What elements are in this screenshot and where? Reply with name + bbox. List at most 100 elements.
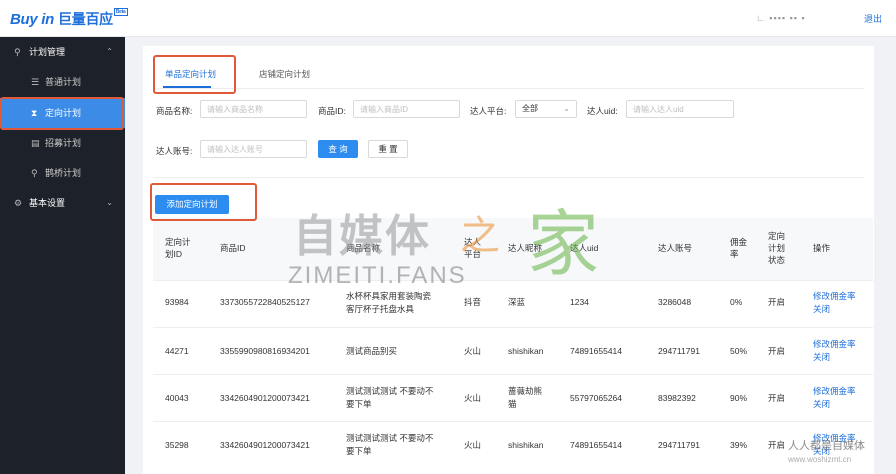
cell-platform: 火山 [464, 393, 482, 403]
megaphone-icon: ⚲ [14, 47, 21, 57]
hourglass-icon: ⧗ [31, 108, 38, 118]
col-plan-id: 定向计划ID [165, 237, 191, 259]
close-plan-link[interactable]: 关闭 [813, 398, 830, 411]
uid-input[interactable] [626, 100, 734, 118]
logout-link[interactable]: 退出 [864, 12, 882, 25]
cell-nickname: shishikan [508, 346, 544, 356]
sidebar-item-label: 鹊桥计划 [45, 168, 82, 178]
cell-commission: 90% [730, 393, 748, 403]
logo[interactable]: Buy in 巨量百应 Beta [10, 8, 128, 29]
edit-commission-link[interactable]: 修改佣金率 [813, 385, 856, 398]
cell-product-id: 3373055722840525127 [220, 297, 310, 307]
search-button[interactable]: 查 询 [318, 140, 358, 158]
add-targeted-plan-button[interactable]: 添加定向计划 [155, 195, 229, 214]
col-ops: 操作 [813, 243, 831, 253]
cell-account: 294711791 [658, 440, 700, 450]
cell-product-id: 3342604901200073421 [220, 393, 310, 403]
chevron-up-icon: ⌃ [106, 47, 113, 56]
cell-plan-id: 93984 [165, 297, 189, 307]
cell-account: 83982392 [658, 393, 696, 403]
product-name-label: 商品名称: [156, 106, 193, 116]
sidebar-item-label: 招募计划 [45, 138, 82, 148]
cell-plan-id: 40043 [165, 393, 189, 403]
reset-button[interactable]: 重 置 [368, 140, 408, 158]
row-divider [153, 280, 873, 281]
col-commission: 佣金率 [730, 237, 748, 259]
document-icon: ▤ [31, 138, 40, 148]
tab-shop[interactable]: 店铺定向计划 [259, 68, 310, 80]
edit-commission-link[interactable]: 修改佣金率 [813, 338, 856, 351]
user-name[interactable]: ∟ ▪▪▪▪ ▪▪ ▪ [756, 13, 806, 23]
cell-platform: 抖音 [464, 297, 482, 307]
col-product-name: 商品名称 [346, 243, 381, 253]
cell-account: 3286048 [658, 297, 692, 307]
product-id-label: 商品ID: [318, 106, 346, 116]
cell-status: 开启 [768, 346, 786, 356]
edit-commission-link[interactable]: 修改佣金率 [813, 290, 856, 303]
sidebar: ⚲ 计划管理 ⌃ ☰ 普通计划 ⧗ 定向计划 ▤ 招募计划 ⚲ 鹊桥计划 ⚙ 基… [0, 37, 125, 474]
col-platform: 达人平台 [464, 237, 482, 259]
sidebar-group-label: 计划管理 [29, 47, 66, 57]
tab-active-indicator [163, 86, 211, 88]
product-id-input[interactable] [353, 100, 460, 118]
sidebar-item-targeted-plan[interactable]: ⧗ 定向计划 [0, 98, 125, 128]
cell-product-name: 测试测试测试 不要动不要下单 [346, 433, 434, 456]
cell-commission: 0% [730, 297, 743, 307]
platform-select[interactable]: 全部 ⌄ [515, 100, 577, 118]
divider [153, 177, 864, 178]
tab-bar: 单品定向计划 店铺定向计划 [153, 58, 864, 89]
bridge-icon: ⚲ [31, 168, 38, 178]
logo-badge: Beta [113, 8, 128, 16]
sidebar-group-settings[interactable]: ⚙ 基本设置 ⌄ [0, 188, 125, 218]
sidebar-item-label: 普通计划 [45, 77, 82, 87]
account-label: 达人账号: [156, 146, 193, 156]
cell-platform: 火山 [464, 346, 482, 356]
uid-label: 达人uid: [587, 106, 618, 116]
col-account: 达人账号 [658, 243, 693, 253]
table-header: 定向计划ID 商品ID 商品名称 达人平台 达人昵称 达人uid 达人账号 佣金… [153, 218, 873, 280]
cell-uid: 74891655414 [570, 346, 623, 356]
cell-platform: 火山 [464, 440, 482, 450]
sidebar-group-plan[interactable]: ⚲ 计划管理 ⌃ [0, 37, 125, 67]
cell-nickname: 蔷薇劫熊猫 [508, 386, 543, 409]
cell-product-id: 3342604901200073421 [220, 440, 310, 450]
col-uid: 达人uid [570, 243, 599, 253]
product-name-input[interactable] [200, 100, 307, 118]
logo-en: Buy in [10, 11, 55, 28]
account-input[interactable] [200, 140, 307, 158]
sidebar-item-recruit-plan[interactable]: ▤ 招募计划 [0, 128, 125, 158]
edit-commission-link[interactable]: 修改佣金率 [813, 432, 856, 445]
sidebar-item-normal-plan[interactable]: ☰ 普通计划 [0, 67, 125, 97]
cell-status: 开启 [768, 440, 786, 450]
row-divider [153, 327, 873, 328]
close-plan-link[interactable]: 关闭 [813, 351, 830, 364]
row-divider [153, 421, 873, 422]
cell-nickname: 深蓝 [508, 297, 526, 307]
logo-cn: 巨量百应 [58, 11, 113, 27]
chevron-down-icon: ⌄ [563, 104, 570, 113]
chevron-down-icon: ⌄ [106, 198, 113, 207]
top-bar: Buy in 巨量百应 Beta ∟ ▪▪▪▪ ▪▪ ▪ 退出 [0, 0, 896, 37]
main-content: 单品定向计划 店铺定向计划 商品名称: 商品ID: 达人平台: 全部 ⌄ 达人u… [143, 46, 874, 474]
col-status: 定向计划状态 [768, 231, 786, 265]
cell-commission: 39% [730, 440, 748, 450]
cell-commission: 50% [730, 346, 748, 356]
platform-select-value: 全部 [522, 104, 538, 113]
cell-account: 294711791 [658, 346, 700, 356]
gear-icon: ⚙ [14, 198, 23, 208]
sidebar-item-bridge-plan[interactable]: ⚲ 鹊桥计划 [0, 158, 125, 188]
cell-product-name: 测试商品别买 [346, 346, 398, 356]
row-divider [153, 374, 873, 375]
tab-single-product[interactable]: 单品定向计划 [165, 68, 216, 80]
cell-uid: 55797065264 [570, 393, 623, 403]
close-plan-link[interactable]: 关闭 [813, 445, 830, 458]
cell-nickname: shishikan [508, 440, 544, 450]
cell-product-name: 水杯杯具家用套装陶瓷客厅杯子托盘水具 [346, 291, 432, 314]
cell-product-name: 测试测试测试 不要动不要下单 [346, 386, 434, 409]
col-nickname: 达人昵称 [508, 243, 543, 253]
close-plan-link[interactable]: 关闭 [813, 303, 830, 316]
cell-product-id: 3355990980816934201 [220, 346, 310, 356]
cell-status: 开启 [768, 297, 786, 307]
cell-uid: 74891655414 [570, 440, 623, 450]
cell-plan-id: 35298 [165, 440, 189, 450]
